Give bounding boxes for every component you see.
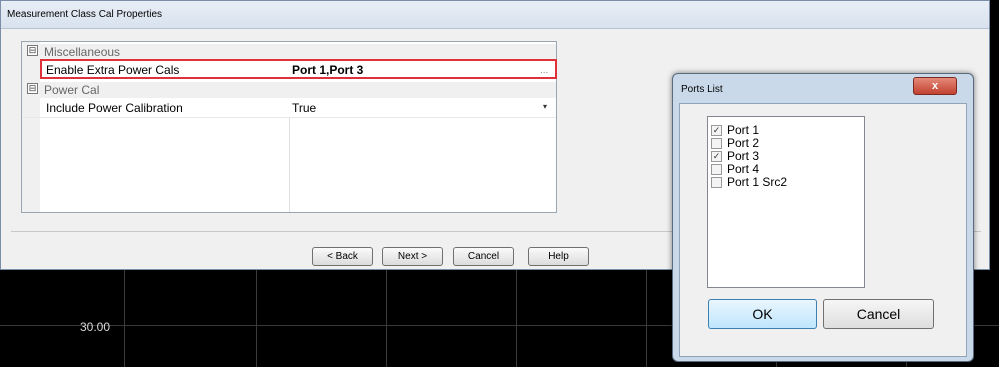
grid-line <box>124 270 125 367</box>
property-value[interactable]: True <box>292 101 316 115</box>
checkbox[interactable] <box>711 177 722 188</box>
checkbox[interactable] <box>711 138 722 149</box>
ok-button[interactable]: OK <box>708 299 817 329</box>
property-grid[interactable]: ⊟ Miscellaneous Enable Extra Power Cals … <box>21 41 557 213</box>
collapse-icon[interactable]: ⊟ <box>27 83 38 94</box>
back-button[interactable]: < Back <box>312 247 373 266</box>
category-miscellaneous[interactable]: ⊟ Miscellaneous <box>22 44 556 60</box>
dialog-client-area: ✓ Port 1 Port 2 ✓ Port 3 Port 4 Port 1 S… <box>679 103 967 357</box>
grid-line <box>256 270 257 367</box>
dialog-title: Measurement Class Cal Properties <box>1 1 989 29</box>
category-label: Miscellaneous <box>44 45 121 59</box>
property-name: Include Power Calibration <box>46 101 183 115</box>
port-label: Port 1 Src2 <box>727 175 788 189</box>
checkbox[interactable]: ✓ <box>711 151 722 162</box>
port-label: Port 1 <box>727 123 760 137</box>
close-button[interactable]: x <box>913 77 957 95</box>
next-button[interactable]: Next > <box>382 247 443 266</box>
checkbox[interactable] <box>711 164 722 175</box>
port-label: Port 3 <box>727 149 760 163</box>
grid-line <box>516 270 517 367</box>
help-button[interactable]: Help <box>528 247 589 266</box>
y-axis-label: 30.00 <box>80 320 111 334</box>
dropdown-arrow-icon[interactable]: ▾ <box>543 102 547 111</box>
ports-checklist[interactable]: ✓ Port 1 Port 2 ✓ Port 3 Port 4 Port 1 S… <box>707 116 865 288</box>
grid-line <box>646 270 647 367</box>
checkbox[interactable]: ✓ <box>711 125 722 136</box>
grid-line <box>386 270 387 367</box>
port-label: Port 2 <box>727 136 760 150</box>
collapse-icon[interactable]: ⊟ <box>27 45 38 56</box>
category-power-cal[interactable]: ⊟ Power Cal <box>22 82 556 98</box>
ports-list-dialog: Ports List x ✓ Port 1 Port 2 ✓ Port 3 Po… <box>672 73 974 362</box>
cancel-button[interactable]: Cancel <box>823 299 934 329</box>
highlight-box <box>40 59 557 79</box>
cancel-button[interactable]: Cancel <box>453 247 514 266</box>
property-row-include-power-calibration[interactable]: Include Power Calibration True ▾ <box>22 100 556 116</box>
dialog-title: Ports List <box>681 84 723 95</box>
category-label: Power Cal <box>44 83 100 97</box>
port-label: Port 4 <box>727 162 760 176</box>
